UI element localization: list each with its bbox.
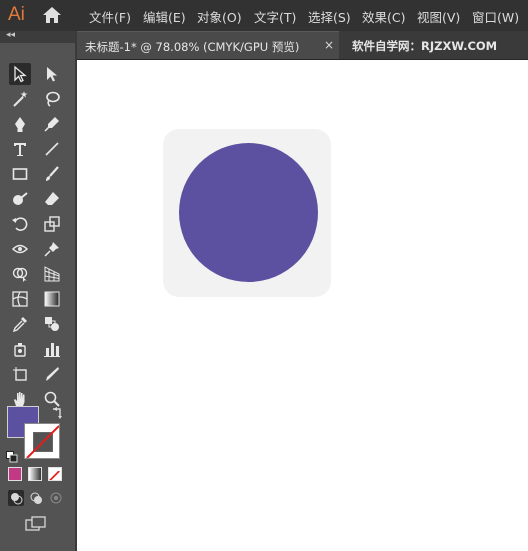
line-segment-icon[interactable] — [41, 138, 63, 160]
artboard[interactable] — [163, 129, 331, 297]
pin-icon[interactable] — [41, 238, 63, 260]
curvature-icon[interactable] — [41, 113, 63, 135]
shaper-icon[interactable] — [9, 188, 31, 210]
column-graph-icon[interactable] — [41, 338, 63, 360]
lasso-icon[interactable] — [41, 88, 63, 110]
menu-select[interactable]: 选择(S) — [308, 7, 351, 26]
canvas[interactable] — [77, 60, 528, 551]
type-icon[interactable] — [9, 138, 31, 160]
eyedropper-icon[interactable] — [9, 313, 31, 335]
menu-type[interactable]: 文字(T) — [254, 7, 296, 26]
default-colors-icon[interactable] — [6, 448, 18, 463]
draw-behind-icon[interactable] — [28, 490, 44, 506]
draw-normal-icon[interactable] — [8, 490, 24, 506]
menu-file[interactable]: 文件(F) — [89, 7, 131, 26]
mesh-icon[interactable] — [9, 288, 31, 310]
menu-view[interactable]: 视图(V) — [417, 7, 460, 26]
draw-inside-icon[interactable] — [48, 490, 64, 506]
collapse-icon[interactable]: ◂◂ — [6, 30, 15, 40]
circle-shape[interactable] — [179, 143, 318, 282]
rectangle-icon[interactable] — [9, 163, 31, 185]
swap-fill-stroke-icon[interactable] — [50, 405, 64, 419]
paintbrush-icon[interactable] — [41, 163, 63, 185]
slice-icon[interactable] — [41, 363, 63, 385]
perspective-grid-icon[interactable] — [41, 263, 63, 285]
magic-wand-icon[interactable] — [9, 88, 31, 110]
selection-tool-icon[interactable] — [9, 63, 31, 85]
eraser-icon[interactable] — [41, 188, 63, 210]
scale-icon[interactable] — [41, 213, 63, 235]
blend-icon[interactable] — [41, 313, 63, 335]
document-tab-title: 未标题-1* @ 78.08% (CMYK/GPU 预览) — [85, 40, 300, 54]
color-mode-button[interactable] — [8, 467, 22, 481]
menu-object[interactable]: 对象(O) — [197, 7, 242, 26]
watermark-text: 软件自学网：RJZXW.COM — [352, 39, 498, 53]
document-tab[interactable]: 未标题-1* @ 78.08% (CMYK/GPU 预览) × — [77, 31, 339, 59]
shape-builder-icon[interactable] — [9, 263, 31, 285]
width-icon[interactable] — [9, 238, 31, 260]
menu-effect[interactable]: 效果(C) — [362, 7, 405, 26]
app-logo: Ai — [8, 4, 25, 25]
menu-edit[interactable]: 编辑(E) — [143, 7, 186, 26]
document-tab-bar: 未标题-1* @ 78.08% (CMYK/GPU 预览) × 软件自学网：RJ… — [77, 31, 528, 60]
home-icon[interactable] — [42, 6, 62, 24]
menu-bar: Ai 文件(F) 编辑(E) 对象(O) 文字(T) 选择(S) 效果(C) 视… — [0, 0, 528, 31]
rotate-icon[interactable] — [9, 213, 31, 235]
symbol-sprayer-icon[interactable] — [9, 338, 31, 360]
screen-mode-icon[interactable] — [25, 516, 47, 532]
menu-window[interactable]: 窗口(W) — [472, 7, 519, 26]
gradient-icon[interactable] — [41, 288, 63, 310]
panel-grip[interactable]: ◂◂ — [0, 30, 75, 43]
close-icon[interactable]: × — [324, 38, 334, 52]
gradient-mode-button[interactable] — [28, 467, 42, 481]
none-mode-button[interactable] — [48, 467, 62, 481]
stroke-swatch[interactable] — [24, 423, 60, 459]
pen-icon[interactable] — [9, 113, 31, 135]
direct-selection-tool-icon[interactable] — [41, 63, 63, 85]
tools-panel: ◂◂ — [0, 30, 77, 551]
artboard-icon[interactable] — [9, 363, 31, 385]
